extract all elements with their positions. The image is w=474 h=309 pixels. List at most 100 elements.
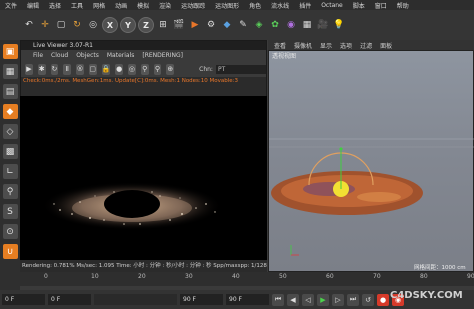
viewport-label: 透视视图 — [272, 53, 297, 60]
y-axis-button[interactable]: Y — [120, 17, 136, 33]
start-frame-field[interactable]: 0 F — [2, 294, 45, 305]
menu-item[interactable]: 流水线 — [266, 1, 294, 10]
cube-icon[interactable]: ◆ — [220, 18, 234, 32]
frame-range-slider[interactable] — [94, 294, 177, 305]
rotate-icon[interactable]: ↻ — [70, 18, 84, 32]
live-viewer-menu-item[interactable]: [RENDERING] — [142, 52, 183, 59]
menu-bar: 文件 编辑 选择 工具 网格 动画 模拟 渲染 运动跟踪 运动图形 角色 流水线 插件 Octane 脚本窗… — [0, 0, 474, 10]
recent-icon[interactable]: ◎ — [86, 18, 100, 32]
goto-end-icon[interactable]: ⏭ — [347, 293, 359, 306]
menu-item[interactable]: 帮助 — [392, 1, 414, 10]
gear-icon[interactable]: ✱ — [37, 63, 46, 75]
render-settings-icon[interactable]: ⚙ — [204, 18, 218, 32]
menu-item[interactable]: Octane — [316, 2, 348, 9]
record-icon[interactable]: ® — [76, 63, 84, 75]
prev-key-icon[interactable]: ◀ — [287, 293, 299, 306]
menu-item[interactable]: 窗口 — [370, 1, 392, 10]
viewport-menu-item[interactable]: 选项 — [340, 41, 352, 50]
record-key-icon[interactable]: ● — [377, 293, 389, 306]
menu-item[interactable]: 编辑 — [22, 1, 44, 10]
light-icon[interactable]: 💡 — [332, 18, 346, 32]
menu-item[interactable]: 插件 — [294, 1, 316, 10]
render-picture-icon[interactable]: ▶ — [188, 18, 202, 32]
current-frame-field[interactable]: 0 F — [48, 294, 91, 305]
undo-icon[interactable]: ↶ — [22, 18, 36, 32]
timeline-ruler[interactable]: 0 10 20 30 40 50 60 70 80 90 — [20, 272, 474, 286]
viewport-menu-item[interactable]: 显示 — [320, 41, 332, 50]
goto-start-icon[interactable]: ⏮ — [272, 293, 284, 306]
viewport-menu-item[interactable]: 查看 — [274, 41, 286, 50]
send-scene-icon[interactable]: ▶ — [25, 63, 33, 75]
scene-icon[interactable]: ▦ — [300, 18, 314, 32]
menu-item[interactable]: 脚本 — [348, 1, 370, 10]
perspective-viewport[interactable] — [268, 50, 474, 272]
viewport-menu-item[interactable]: 面板 — [380, 41, 392, 50]
render-view-icon[interactable]: 🎬 — [172, 18, 186, 32]
pick-focus-icon[interactable]: ◎ — [128, 63, 136, 75]
x-axis-button[interactable]: X — [102, 17, 118, 33]
lock-icon[interactable]: ⊙ — [2, 224, 18, 239]
preview-end-field[interactable]: 90 F — [226, 294, 269, 305]
snap-icon[interactable]: ⚲ — [2, 184, 18, 199]
polygons-mode-icon[interactable]: ▩ — [2, 144, 18, 159]
channel-dropdown[interactable]: PT — [215, 64, 266, 74]
menu-item[interactable]: 角色 — [244, 1, 266, 10]
viewport-scene — [269, 138, 474, 256]
prev-frame-icon[interactable]: ◁ — [302, 293, 314, 306]
magnet-icon[interactable]: ∪ — [2, 244, 18, 259]
z-axis-button[interactable]: Z — [138, 17, 154, 33]
loop-icon[interactable]: ↺ — [362, 293, 374, 306]
play-icon[interactable]: ▶ — [317, 293, 329, 306]
world-coords-icon[interactable]: ⊞ — [156, 18, 170, 32]
timeline-tick-label: 70 — [373, 273, 381, 280]
scale-icon[interactable]: ▢ — [54, 18, 68, 32]
render-image — [42, 182, 222, 230]
restart-icon[interactable]: ↻ — [50, 63, 59, 75]
render-progress-status: Rendering: 0.781% Ms/sec: 1.095 Time: 小时… — [20, 260, 267, 272]
points-mode-icon[interactable]: ◆ — [2, 104, 18, 119]
menu-item[interactable]: 选择 — [44, 1, 66, 10]
menu-item[interactable]: 渲染 — [154, 1, 176, 10]
pause-icon[interactable]: Ⅱ — [63, 63, 72, 75]
zoom-icon[interactable]: ⊕ — [166, 63, 175, 75]
menu-item[interactable]: 文件 — [0, 1, 22, 10]
timeline-tick-label: 80 — [420, 273, 428, 280]
timeline-tick-label: 30 — [185, 273, 193, 280]
channel-selector: Chn: PT — [199, 64, 266, 74]
pen-icon[interactable]: ✎ — [236, 18, 250, 32]
deformer-icon[interactable]: ◉ — [284, 18, 298, 32]
pick-material-icon[interactable]: ⚲ — [153, 63, 162, 75]
menu-item[interactable]: 运动跟踪 — [176, 1, 210, 10]
next-frame-icon[interactable]: ▷ — [332, 293, 344, 306]
live-viewer-menu-item[interactable]: File — [33, 52, 43, 59]
menu-item[interactable]: 运动图形 — [210, 1, 244, 10]
axis-mode-icon[interactable]: ∟ — [2, 164, 18, 179]
move-icon[interactable]: ✛ — [38, 18, 52, 32]
cloner-icon[interactable]: ✿ — [268, 18, 282, 32]
viewport-menu-item[interactable]: 过滤 — [360, 41, 372, 50]
region-icon[interactable]: ▢ — [88, 63, 97, 75]
menu-item[interactable]: 工具 — [66, 1, 88, 10]
texture-mode-icon[interactable]: ▦ — [2, 64, 18, 79]
camera-icon[interactable]: 🎥 — [316, 18, 330, 32]
end-frame-field[interactable]: 90 F — [180, 294, 223, 305]
model-mode-icon[interactable]: ▣ — [2, 44, 18, 59]
render-output[interactable] — [20, 96, 267, 260]
menu-item[interactable]: 网格 — [88, 1, 110, 10]
pin-icon[interactable]: ⚲ — [140, 63, 149, 75]
live-viewer-menu-item[interactable]: Cloud — [51, 52, 68, 59]
soft-selection-icon[interactable]: S — [2, 204, 18, 219]
live-viewer-menu-item[interactable]: Materials — [107, 52, 135, 59]
lock-view-icon[interactable]: 🔒 — [101, 63, 111, 75]
material-ball-icon[interactable]: ● — [115, 63, 124, 75]
live-viewer-menu-item[interactable]: Objects — [76, 52, 99, 59]
live-viewer-toolbar: ▶ ✱ ↻ Ⅱ ® ▢ 🔒 ● ◎ ⚲ ⚲ ⊕ Chn: PT — [21, 61, 266, 77]
workplane-icon[interactable]: ▤ — [2, 84, 18, 99]
edges-mode-icon[interactable]: ◇ — [2, 124, 18, 139]
menu-item[interactable]: 动画 — [110, 1, 132, 10]
timeline-tick-label: 0 — [44, 273, 48, 280]
viewport-menu-item[interactable]: 摄像机 — [294, 41, 312, 50]
menu-item[interactable]: 模拟 — [132, 1, 154, 10]
subdivision-icon[interactable]: ◈ — [252, 18, 266, 32]
timeline-tick-label: 20 — [138, 273, 146, 280]
